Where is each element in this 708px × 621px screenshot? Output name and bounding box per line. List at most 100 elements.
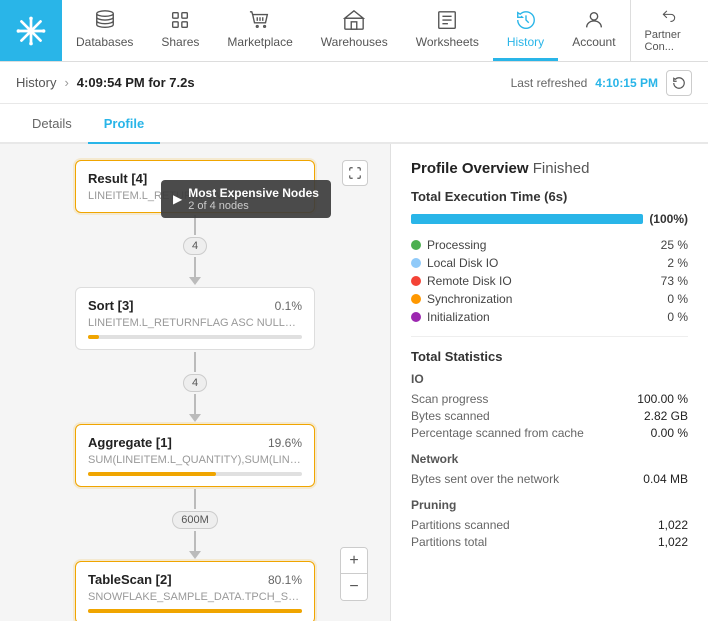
nav-item-worksheets[interactable]: Worksheets [402, 0, 493, 61]
legend: Processing 25 % Local Disk IO 2 % Remote… [411, 238, 688, 324]
legend-label-sync: Synchronization [427, 292, 661, 306]
connector-line [194, 489, 196, 509]
stats-bytes-network: Bytes sent over the network 0.04 MB [411, 472, 688, 486]
stats-bytes-scanned-label: Bytes scanned [411, 409, 490, 423]
legend-remote-disk: Remote Disk IO 73 % [411, 274, 688, 288]
aggregate-node-sub: SUM(LINEITEM.L_QUANTITY),SUM(LINEIT... [88, 454, 302, 466]
tablescan-node-title: TableScan [2] [88, 572, 172, 587]
legend-value-local-disk: 2 % [667, 256, 688, 270]
tablescan-node-pct: 80.1% [268, 573, 302, 587]
nav-item-account[interactable]: Account [558, 0, 629, 61]
sort-node-sub: LINEITEM.L_RETURNFLAG ASC NULLS LA... [88, 317, 302, 329]
legend-sync: Synchronization 0 % [411, 292, 688, 306]
fullscreen-button[interactable] [342, 160, 368, 186]
legend-processing: Processing 25 % [411, 238, 688, 252]
nav-label-marketplace: Marketplace [227, 35, 292, 49]
most-expensive-tooltip: ▶ Most Expensive Nodes 2 of 4 nodes [161, 180, 331, 218]
legend-label-processing: Processing [427, 238, 655, 252]
stats-cache-pct-value: 0.00 % [651, 426, 688, 440]
profile-overview-panel: Profile Overview Finished Total Executio… [390, 144, 708, 621]
nav-item-marketplace[interactable]: Marketplace [213, 0, 306, 61]
legend-value-processing: 25 % [661, 238, 688, 252]
stats-partitions-scanned: Partitions scanned 1,022 [411, 518, 688, 532]
refresh-button[interactable] [666, 70, 692, 96]
stats-bytes-scanned: Bytes scanned 2.82 GB [411, 409, 688, 423]
connector-arrow [189, 277, 201, 285]
nav-item-history[interactable]: History [493, 0, 558, 61]
nav-label-account: Account [572, 35, 615, 49]
nav-item-warehouses[interactable]: Warehouses [307, 0, 402, 61]
total-stats-header: Total Statistics [411, 349, 688, 364]
stats-pruning-label: Pruning [411, 498, 688, 512]
stats-bytes-network-value: 0.04 MB [643, 472, 688, 486]
breadcrumb: History › 4:09:54 PM for 7.2s [16, 75, 195, 90]
result-node-title: Result [4] [88, 171, 147, 186]
nav-item-databases[interactable]: Databases [62, 0, 147, 61]
nav-partner-connect[interactable]: Partner Con... [630, 0, 708, 61]
aggregate-node-pct: 19.6% [268, 436, 302, 450]
stats-cache-pct-label: Percentage scanned from cache [411, 426, 584, 440]
connector-line [194, 257, 196, 277]
tooltip-title: Most Expensive Nodes [188, 186, 319, 200]
stats-scan-progress-label: Scan progress [411, 392, 488, 406]
stats-partitions-total-label: Partitions total [411, 535, 487, 549]
legend-dot-local-disk [411, 258, 421, 268]
stats-cache-pct: Percentage scanned from cache 0.00 % [411, 426, 688, 440]
breadcrumb-parent[interactable]: History [16, 75, 56, 90]
breadcrumb-current: 4:09:54 PM for 7.2s [77, 75, 195, 90]
sort-node-pct: 0.1% [275, 299, 302, 313]
stats-partitions-total-value: 1,022 [658, 535, 688, 549]
legend-value-sync: 0 % [667, 292, 688, 306]
exec-time-header: Total Execution Time (6s) [411, 189, 688, 204]
connector-line [194, 531, 196, 551]
tooltip-subtitle: 2 of 4 nodes [188, 200, 319, 212]
connector-badge-1: 4 [183, 237, 207, 255]
connector-line [194, 394, 196, 414]
legend-dot-init [411, 312, 421, 322]
connector-line [194, 352, 196, 372]
top-nav: Databases Shares Marketplace Warehouses … [0, 0, 708, 62]
connector-1: 4 [16, 215, 374, 285]
plan-node-tablescan[interactable]: TableScan [2] 80.1% SNOWFLAKE_SAMPLE_DAT… [75, 561, 315, 621]
divider-1 [411, 336, 688, 337]
connector-badge-3: 600M [172, 511, 218, 529]
exec-bar [411, 214, 643, 224]
sort-bar-fill [88, 335, 99, 339]
plan-node-sort[interactable]: Sort [3] 0.1% LINEITEM.L_RETURNFLAG ASC … [75, 287, 315, 350]
nav-item-shares[interactable]: Shares [147, 0, 213, 61]
profile-title-main: Profile Overview [411, 160, 529, 177]
tablescan-node-bar [88, 609, 302, 613]
plan-node-aggregate[interactable]: Aggregate [1] 19.6% SUM(LINEITEM.L_QUANT… [75, 424, 315, 487]
breadcrumb-right: Last refreshed 4:10:15 PM [511, 70, 692, 96]
legend-label-init: Initialization [427, 310, 661, 324]
aggregate-node-title: Aggregate [1] [88, 435, 172, 450]
tablescan-bar-fill [88, 609, 302, 613]
exec-bar-pct: (100%) [649, 212, 688, 226]
legend-value-init: 0 % [667, 310, 688, 324]
tooltip-icon: ▶ [173, 192, 182, 206]
tab-profile-label: Profile [104, 116, 144, 131]
connector-3: 600M [16, 489, 374, 559]
profile-status: Finished [533, 160, 590, 177]
stats-bytes-scanned-value: 2.82 GB [644, 409, 688, 423]
stats-network-label: Network [411, 452, 688, 466]
nav-label-shares: Shares [161, 35, 199, 49]
snowflake-logo[interactable] [0, 0, 62, 61]
last-refreshed-label: Last refreshed [511, 76, 588, 90]
tab-profile[interactable]: Profile [88, 104, 160, 144]
legend-dot-processing [411, 240, 421, 250]
breadcrumb-bar: History › 4:09:54 PM for 7.2s Last refre… [0, 62, 708, 104]
stats-io: IO Scan progress 100.00 % Bytes scanned … [411, 372, 688, 440]
stats-pruning: Pruning Partitions scanned 1,022 Partiti… [411, 498, 688, 549]
exec-time-bar-container: (100%) [411, 212, 688, 226]
legend-label-local-disk: Local Disk IO [427, 256, 661, 270]
query-plan-panel: Result [4] LINEITEM.L_RETURNFLAG,LINEITE… [0, 144, 390, 621]
legend-dot-remote-disk [411, 276, 421, 286]
connector-2: 4 [16, 352, 374, 422]
zoom-out-button[interactable]: − [341, 574, 367, 600]
nav-label-history: History [507, 35, 544, 49]
legend-label-remote-disk: Remote Disk IO [427, 274, 655, 288]
last-refreshed-time: 4:10:15 PM [595, 76, 658, 90]
zoom-in-button[interactable]: + [341, 548, 367, 574]
tab-details[interactable]: Details [16, 104, 88, 144]
